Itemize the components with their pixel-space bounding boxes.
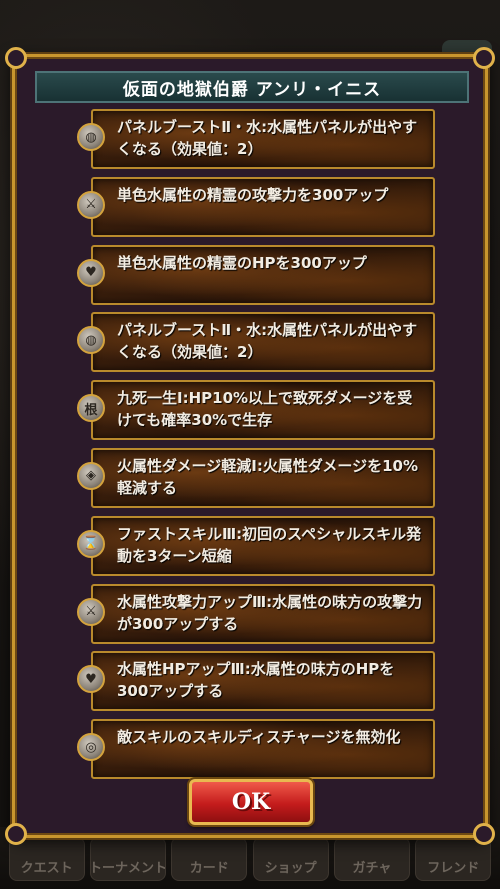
skill-plate: 火属性ダメージ軽減Ⅰ:火属性ダメージを10%軽減する — [91, 447, 435, 508]
skill-item: 水属性HPアップⅢ:水属性の味方のHPを300アップする ♥ — [77, 651, 435, 712]
skill-text: 単色水属性の精霊の攻撃力を300アップ — [117, 185, 389, 204]
shield-icon: ◈ — [77, 461, 105, 490]
skill-text: 火属性ダメージ軽減Ⅰ:火属性ダメージを10%軽減する — [117, 456, 418, 497]
skill-plate: パネルブーストⅡ・水:水属性パネルが出やすくなる（効果値：2） — [91, 109, 435, 169]
frame-ornament — [473, 47, 495, 69]
skill-item: 火属性ダメージ軽減Ⅰ:火属性ダメージを10%軽減する ◈ — [77, 447, 435, 508]
nav-tournament: トーナメント — [89, 837, 166, 881]
discharge-icon: ◎ — [77, 733, 105, 762]
skill-item: 単色水属性の精霊のHPを300アップ ♥ — [77, 244, 435, 305]
skill-plate: 単色水属性の精霊のHPを300アップ — [91, 244, 435, 305]
nav-card: カード — [171, 837, 248, 881]
sword-icon: ⚔ — [77, 190, 105, 219]
skill-item: 敵スキルのスキルディスチャージを無効化 ◎ — [77, 719, 435, 780]
sword-icon: ⚔ — [77, 597, 105, 626]
skill-text: 単色水属性の精霊のHPを300アップ — [117, 253, 367, 272]
skill-plate: 水属性HPアップⅢ:水属性の味方のHPを300アップする — [91, 651, 435, 712]
skill-item: 単色水属性の精霊の攻撃力を300アップ ⚔ — [77, 176, 435, 237]
skill-text: ファストスキルⅢ:初回のスペシャルスキル発動を3ターン短縮 — [117, 524, 422, 565]
skill-dialog: 仮面の地獄伯爵 アンリ・イニス パネルブーストⅡ・水:水属性パネルが出やすくなる… — [5, 47, 495, 845]
panel-icon: ◍ — [77, 123, 105, 151]
skill-plate: 九死一生Ⅰ:HP10%以上で致死ダメージを受けても確率30%で生存 — [91, 380, 435, 441]
skill-item: 九死一生Ⅰ:HP10%以上で致死ダメージを受けても確率30%で生存 根 — [77, 380, 435, 441]
skill-text: パネルブーストⅡ・水:水属性パネルが出やすくなる（効果値：2） — [117, 118, 418, 158]
skill-plate: ファストスキルⅢ:初回のスペシャルスキル発動を3ターン短縮 — [91, 515, 435, 576]
skill-plate: 水属性攻撃力アップⅢ:水属性の味方の攻撃力が300アップする — [91, 583, 435, 644]
frame-ornament — [5, 823, 27, 845]
skill-item: パネルブーストⅡ・水:水属性パネルが出やすくなる（効果値：2） ◍ — [77, 109, 435, 169]
skill-text: パネルブーストⅡ・水:水属性パネルが出やすくなる（効果値：2） — [117, 321, 418, 362]
heart-icon: ♥ — [77, 258, 105, 287]
nav-shop: ショップ — [252, 837, 329, 881]
skill-plate: 敵スキルのスキルディスチャージを無効化 — [91, 719, 435, 780]
dialog-title: 仮面の地獄伯爵 アンリ・イニス — [122, 79, 382, 100]
survive-icon: 根 — [77, 394, 105, 423]
skill-list: パネルブーストⅡ・水:水属性パネルが出やすくなる（効果値：2） ◍ 単色水属性の… — [77, 109, 435, 787]
skill-plate: 単色水属性の精霊の攻撃力を300アップ — [91, 176, 435, 237]
skill-item: パネルブーストⅡ・水:水属性パネルが出やすくなる（効果値：2） ◍ — [77, 312, 435, 373]
skill-item: 水属性攻撃力アップⅢ:水属性の味方の攻撃力が300アップする ⚔ — [77, 583, 435, 644]
ok-button-label: OK — [231, 789, 271, 815]
skill-text: 水属性HPアップⅢ:水属性の味方のHPを300アップする — [117, 660, 395, 701]
skill-text: 九死一生Ⅰ:HP10%以上で致死ダメージを受けても確率30%で生存 — [117, 389, 413, 430]
hourglass-icon: ⌛ — [77, 529, 105, 558]
skill-text: 敵スキルのスキルディスチャージを無効化 — [117, 728, 401, 747]
ok-button[interactable]: OK — [189, 779, 313, 825]
nav-gacha: ガチャ — [333, 837, 410, 881]
frame-ornament — [473, 823, 495, 845]
frame-ornament — [5, 47, 27, 69]
skill-item: ファストスキルⅢ:初回のスペシャルスキル発動を3ターン短縮 ⌛ — [77, 515, 435, 576]
skill-plate: パネルブーストⅡ・水:水属性パネルが出やすくなる（効果値：2） — [91, 312, 435, 373]
dialog-title-bar: 仮面の地獄伯爵 アンリ・イニス — [35, 71, 469, 103]
skill-text: 水属性攻撃力アップⅢ:水属性の味方の攻撃力が300アップする — [117, 592, 423, 633]
